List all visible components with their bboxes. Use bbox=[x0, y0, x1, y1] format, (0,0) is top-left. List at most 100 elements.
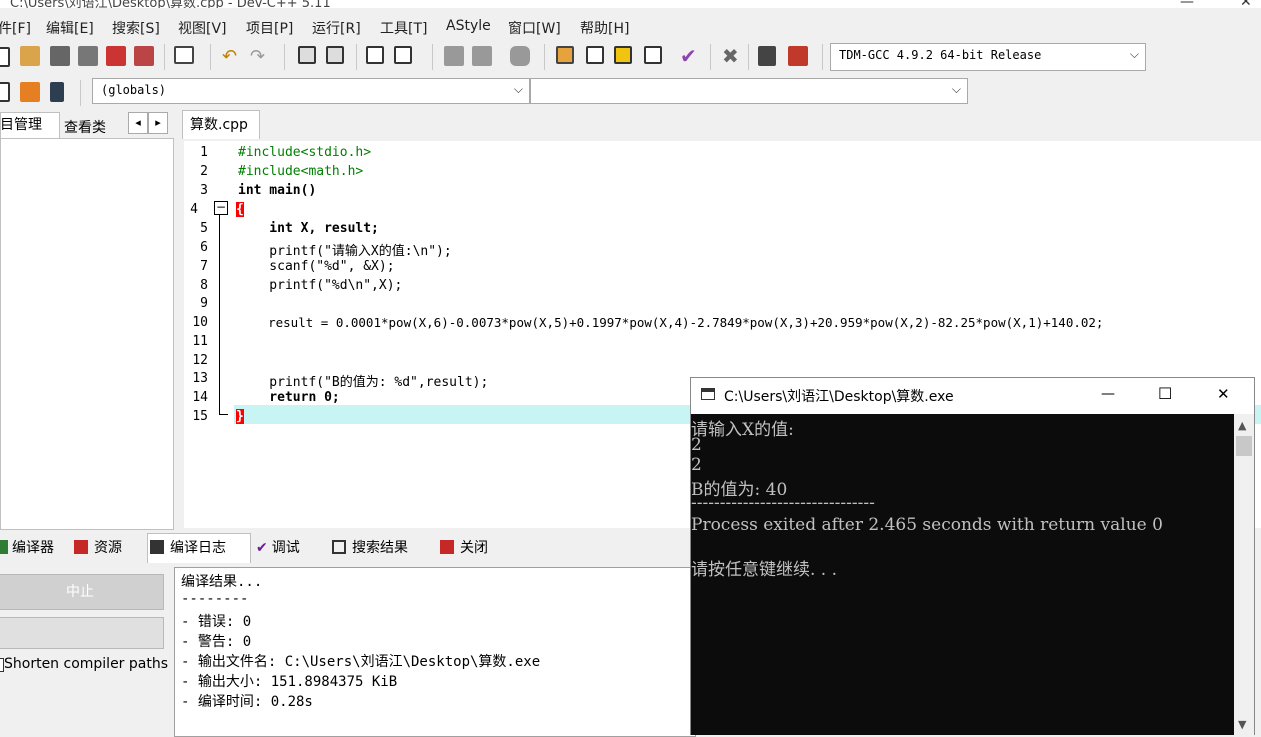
resources-tab-icon bbox=[74, 540, 88, 554]
line-number: 14 bbox=[192, 390, 208, 405]
tab-search-results-label: 搜索结果 bbox=[352, 540, 408, 556]
scroll-down-icon[interactable]: ▼ bbox=[1238, 718, 1246, 731]
checkmark-icon: ✔ bbox=[256, 540, 268, 556]
log-line: 编译结果... bbox=[181, 574, 263, 590]
bookmark-icon[interactable] bbox=[394, 46, 412, 64]
menu-tools[interactable]: 工具[T] bbox=[380, 18, 427, 38]
tab-scroll-left-button[interactable]: ◂ bbox=[128, 112, 148, 134]
project-icon[interactable] bbox=[0, 82, 10, 102]
line-number: 6 bbox=[200, 240, 208, 255]
line-number: 15 bbox=[192, 409, 208, 424]
replace-icon[interactable] bbox=[326, 46, 344, 64]
menu-astyle[interactable]: AStyle bbox=[446, 18, 491, 34]
code-line: result = 0.0001*pow(X,6)-0.0073*pow(X,5)… bbox=[238, 315, 1104, 330]
main-toolbar: ↶ ↷ ✔ ✖ TDM-GCC 4.9.2 64-bit Release ⌵ bbox=[0, 40, 1261, 74]
compile-icon[interactable] bbox=[556, 46, 574, 64]
menu-help[interactable]: 帮助[H] bbox=[580, 18, 629, 38]
close-all-icon[interactable] bbox=[134, 46, 154, 66]
separator bbox=[822, 44, 823, 70]
member-select[interactable]: ⌵ bbox=[530, 78, 968, 104]
console-line: Process exited after 2.465 seconds with … bbox=[691, 515, 1163, 535]
tab-compiler-label: 编译器 bbox=[12, 540, 54, 556]
separator bbox=[544, 44, 545, 70]
blank-button[interactable] bbox=[0, 617, 164, 649]
code-line: printf("B的值为: %d",result); bbox=[238, 375, 489, 390]
tab-search-results[interactable]: 搜索结果 bbox=[332, 537, 408, 557]
console-line: 2 bbox=[691, 455, 702, 475]
goto-line-icon[interactable] bbox=[366, 46, 384, 64]
separator bbox=[356, 44, 357, 70]
print-icon[interactable] bbox=[174, 46, 194, 64]
scope-select[interactable]: (globals) ⌵ bbox=[92, 78, 530, 104]
chevron-down-icon: ⌵ bbox=[951, 82, 961, 96]
log-line: - 警告: 0 bbox=[181, 634, 252, 650]
class-toolbar: (globals) ⌵ ⌵ bbox=[0, 76, 1261, 108]
tab-classes[interactable]: 查看类 bbox=[64, 117, 106, 137]
scroll-up-icon[interactable]: ▲ bbox=[1238, 419, 1246, 432]
tab-close[interactable]: 关闭 bbox=[440, 537, 488, 557]
compile-run-icon[interactable] bbox=[614, 46, 632, 64]
tab-project-label: 目管理 bbox=[0, 117, 42, 133]
rebuild-icon[interactable] bbox=[644, 46, 662, 64]
separator bbox=[432, 44, 433, 70]
run-icon[interactable] bbox=[586, 46, 604, 64]
tab-scroll-right-button[interactable]: ▸ bbox=[148, 112, 168, 134]
console-minimize-button[interactable]: — bbox=[1101, 386, 1115, 402]
console-line: 请输入X的值: bbox=[691, 420, 794, 440]
editor-tab-label: 算数.cpp bbox=[190, 117, 248, 133]
scroll-thumb[interactable] bbox=[1236, 436, 1252, 456]
console-app-icon bbox=[701, 388, 715, 400]
add-to-project-icon[interactable] bbox=[20, 82, 40, 102]
find-icon[interactable] bbox=[298, 46, 316, 64]
save-all-icon[interactable] bbox=[78, 46, 98, 66]
code-line: #include<math.h> bbox=[238, 164, 364, 179]
log-line: - 错误: 0 bbox=[181, 614, 252, 630]
tab-debug[interactable]: ✔ 调试 bbox=[256, 537, 300, 557]
abort-button[interactable]: 中止 bbox=[0, 574, 164, 610]
new-file-icon[interactable] bbox=[0, 47, 10, 67]
chevron-down-icon: ⌵ bbox=[1129, 47, 1139, 61]
compiler-select[interactable]: TDM-GCC 4.9.2 64-bit Release ⌵ bbox=[830, 43, 1146, 71]
save-icon[interactable] bbox=[50, 46, 70, 66]
open-file-icon[interactable] bbox=[20, 46, 40, 66]
syntax-check-icon[interactable]: ✔ bbox=[680, 44, 697, 68]
close-file-icon[interactable] bbox=[106, 46, 126, 66]
log-line: - 编译时间: 0.28s bbox=[181, 694, 313, 710]
stop-icon[interactable]: ✖ bbox=[722, 44, 739, 68]
tab-debug-label: 调试 bbox=[271, 540, 300, 556]
close-icon[interactable]: ✕ bbox=[1240, 0, 1252, 10]
menu-search[interactable]: 搜索[S] bbox=[112, 18, 160, 38]
menu-run[interactable]: 运行[R] bbox=[312, 18, 361, 38]
menu-window[interactable]: 窗口[W] bbox=[508, 18, 561, 38]
separator bbox=[210, 44, 211, 70]
code-line: return 0; bbox=[238, 390, 340, 405]
delete-profile-icon[interactable] bbox=[788, 46, 808, 66]
fold-end bbox=[219, 414, 228, 415]
tab-compiler[interactable]: 编译器 bbox=[0, 537, 54, 557]
menu-project[interactable]: 项目[P] bbox=[246, 18, 293, 38]
profile-icon[interactable] bbox=[758, 46, 776, 66]
menu-view[interactable]: 视图[V] bbox=[178, 18, 227, 38]
console-scrollbar[interactable] bbox=[1234, 414, 1254, 735]
menu-file[interactable]: 件[F] bbox=[0, 18, 31, 38]
remove-from-project-icon[interactable] bbox=[50, 82, 64, 102]
tab-resources[interactable]: 资源 bbox=[74, 537, 122, 557]
fold-toggle-icon[interactable]: − bbox=[214, 201, 228, 215]
line-number: 2 bbox=[200, 164, 208, 179]
tab-compile-log[interactable]: 编译日志 bbox=[150, 537, 226, 557]
indent-icon[interactable] bbox=[444, 46, 464, 66]
separator bbox=[284, 44, 285, 70]
console-maximize-button[interactable]: ☐ bbox=[1158, 384, 1172, 403]
unindent-icon[interactable] bbox=[472, 46, 492, 66]
toggle-comment-icon[interactable] bbox=[510, 46, 530, 66]
console-close-button[interactable]: ✕ bbox=[1217, 385, 1230, 403]
tab-resources-label: 资源 bbox=[94, 540, 122, 556]
redo-icon[interactable]: ↷ bbox=[250, 46, 265, 67]
undo-icon[interactable]: ↶ bbox=[222, 46, 237, 67]
scope-select-value: (globals) bbox=[101, 83, 167, 97]
menu-edit[interactable]: 编辑[E] bbox=[46, 18, 94, 38]
code-line: { bbox=[236, 202, 244, 217]
minimize-icon[interactable]: — bbox=[1180, 0, 1194, 10]
code-line: int X, result; bbox=[238, 221, 379, 236]
project-tree[interactable] bbox=[0, 138, 174, 530]
